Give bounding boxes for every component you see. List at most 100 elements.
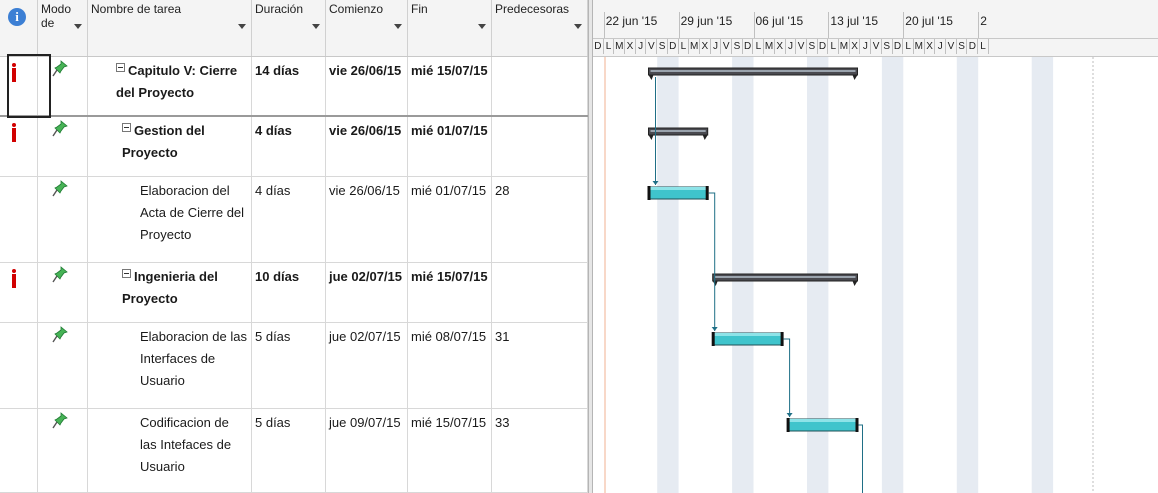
timeline-week-label: 06 jul '15: [755, 14, 804, 28]
timeline-day-label: D: [593, 39, 604, 54]
dependency-link: [708, 192, 716, 331]
duration-cell[interactable]: 10 días: [252, 263, 326, 322]
start-column-header[interactable]: Comienzo: [326, 0, 408, 56]
start-value: jue 09/07/15: [329, 415, 401, 430]
task-name: Codificacion de las Intefaces de Usuario: [140, 415, 232, 474]
chevron-down-icon[interactable]: [574, 24, 582, 29]
gantt-chart: [604, 57, 1094, 493]
task-name-cell[interactable]: Elaboracion del Acta de Cierre del Proye…: [88, 177, 252, 262]
task-name-cell[interactable]: Elaboracion de las Interfaces de Usuario: [88, 323, 252, 408]
timeline-day-label: V: [946, 39, 957, 54]
duration-cell[interactable]: 4 días: [252, 177, 326, 262]
predecessors-cell[interactable]: 28: [492, 177, 588, 262]
finish-value: mié 15/07/15: [411, 63, 488, 78]
indicator-cell[interactable]: [0, 117, 38, 176]
task-bar-highlight: [712, 333, 783, 336]
timeline-day-label: L: [828, 39, 840, 54]
task-name-cell[interactable]: Ingenieria del Proyecto: [88, 263, 252, 322]
week-separator: [603, 12, 605, 38]
timeline-day-label: S: [732, 39, 743, 54]
duration-value: 10 días: [255, 269, 300, 284]
collapse-icon[interactable]: [122, 269, 131, 278]
chevron-down-icon[interactable]: [312, 24, 320, 29]
summary-bar-end-cap: [852, 75, 858, 80]
pushpin-icon: [52, 180, 68, 197]
indicator-cell[interactable]: [0, 409, 38, 492]
timeline-day-label: D: [893, 39, 904, 54]
task-name-column-header[interactable]: Nombre de tarea: [88, 0, 252, 56]
start-value: jue 02/07/15: [329, 269, 402, 284]
warning-indicator-icon[interactable]: [12, 269, 16, 289]
chevron-down-icon[interactable]: [238, 24, 246, 29]
table-row[interactable]: Elaboracion de las Interfaces de Usuario…: [0, 323, 588, 409]
duration-cell[interactable]: 4 días: [252, 117, 326, 176]
start-cell[interactable]: vie 26/06/15: [326, 177, 408, 262]
predecessors-cell[interactable]: [492, 263, 588, 322]
indicator-cell[interactable]: [0, 177, 38, 262]
timeline-week-label: 13 jul '15: [830, 14, 879, 28]
start-cell[interactable]: jue 02/07/15: [326, 323, 408, 408]
duration-value: 4 días: [255, 183, 291, 198]
mode-column-header[interactable]: Modo de: [38, 0, 88, 56]
timeline-day-label: J: [636, 39, 647, 54]
dependency-arrow: [711, 327, 718, 331]
start-header-label: Comienzo: [329, 2, 384, 16]
finish-cell[interactable]: mié 15/07/15: [408, 57, 492, 115]
timeline-day-label: J: [861, 39, 872, 54]
task-name-cell[interactable]: Codificacion de las Intefaces de Usuario: [88, 409, 252, 492]
duration-cell[interactable]: 5 días: [252, 323, 326, 408]
task-name: Capitulo V: Cierre del Proyecto: [116, 63, 238, 100]
timeline-day-label: J: [935, 39, 947, 54]
start-cell[interactable]: vie 26/06/15: [326, 57, 408, 115]
table-row[interactable]: Elaboracion del Acta de Cierre del Proye…: [0, 177, 588, 263]
week-separator: [753, 12, 755, 38]
predecessors-cell[interactable]: [492, 117, 588, 176]
chevron-down-icon[interactable]: [478, 24, 486, 29]
indicator-cell[interactable]: [0, 323, 38, 408]
duration-cell[interactable]: 14 días: [252, 57, 326, 115]
finish-header-label: Fin: [411, 2, 428, 16]
timeline-days: DLMXJVSDLMXJVSDLMXJVSDLMXJVSDLMXJVSDL: [593, 38, 1158, 54]
table-row[interactable]: Capitulo V: Cierre del Proyecto 14 días …: [0, 57, 588, 117]
duration-value: 4 días: [255, 123, 292, 138]
task-name-cell[interactable]: Capitulo V: Cierre del Proyecto: [88, 57, 252, 115]
finish-cell[interactable]: mié 08/07/15: [408, 323, 492, 408]
start-cell[interactable]: jue 09/07/15: [326, 409, 408, 492]
start-cell[interactable]: jue 02/07/15: [326, 263, 408, 322]
collapse-icon[interactable]: [122, 123, 131, 132]
indicator-cell[interactable]: [0, 263, 38, 322]
timeline-day-label: M: [764, 39, 775, 54]
task-bar-end-marker: [780, 332, 784, 346]
table-row[interactable]: Codificacion de las Intefaces de Usuario…: [0, 409, 588, 493]
duration-header-label: Duración: [255, 2, 304, 16]
finish-cell[interactable]: mié 15/07/15: [408, 409, 492, 492]
table-row[interactable]: Gestion del Proyecto 4 días vie 26/06/15…: [0, 117, 588, 177]
duration-cell[interactable]: 5 días: [252, 409, 326, 492]
predecessors-cell[interactable]: 31: [492, 323, 588, 408]
task-name-header-label: Nombre de tarea: [91, 2, 182, 16]
timeline-day-label: M: [689, 39, 700, 54]
duration-column-header[interactable]: Duración: [252, 0, 326, 56]
info-column-header[interactable]: i: [0, 0, 38, 56]
timeline-day-label: S: [882, 39, 893, 54]
predecessors-cell[interactable]: 33: [492, 409, 588, 492]
table-row[interactable]: Ingenieria del Proyecto 10 días jue 02/0…: [0, 263, 588, 323]
task-name-cell[interactable]: Gestion del Proyecto: [88, 117, 252, 176]
chevron-down-icon[interactable]: [74, 24, 82, 29]
predecessors-cell[interactable]: [492, 57, 588, 115]
timeline-header: 22 jun '15 29 jun '15 06 jul '15 13 jul '15…: [593, 0, 1158, 57]
finish-value: mié 01/07/15: [411, 183, 487, 198]
finish-cell[interactable]: mié 01/07/15: [408, 177, 492, 262]
warning-indicator-icon[interactable]: [12, 123, 16, 143]
summary-bar-end-cap: [702, 135, 708, 140]
finish-cell[interactable]: mié 15/07/15: [408, 263, 492, 322]
finish-column-header[interactable]: Fin: [408, 0, 492, 56]
selected-cell[interactable]: [7, 54, 51, 118]
predecessors-header-label: Predecesoras: [495, 2, 570, 16]
finish-cell[interactable]: mié 01/07/15: [408, 117, 492, 176]
collapse-icon[interactable]: [116, 63, 125, 72]
chevron-down-icon[interactable]: [394, 24, 402, 29]
timeline-day-label: X: [850, 39, 861, 54]
predecessors-column-header[interactable]: Predecesoras: [492, 0, 588, 56]
start-cell[interactable]: vie 26/06/15: [326, 117, 408, 176]
